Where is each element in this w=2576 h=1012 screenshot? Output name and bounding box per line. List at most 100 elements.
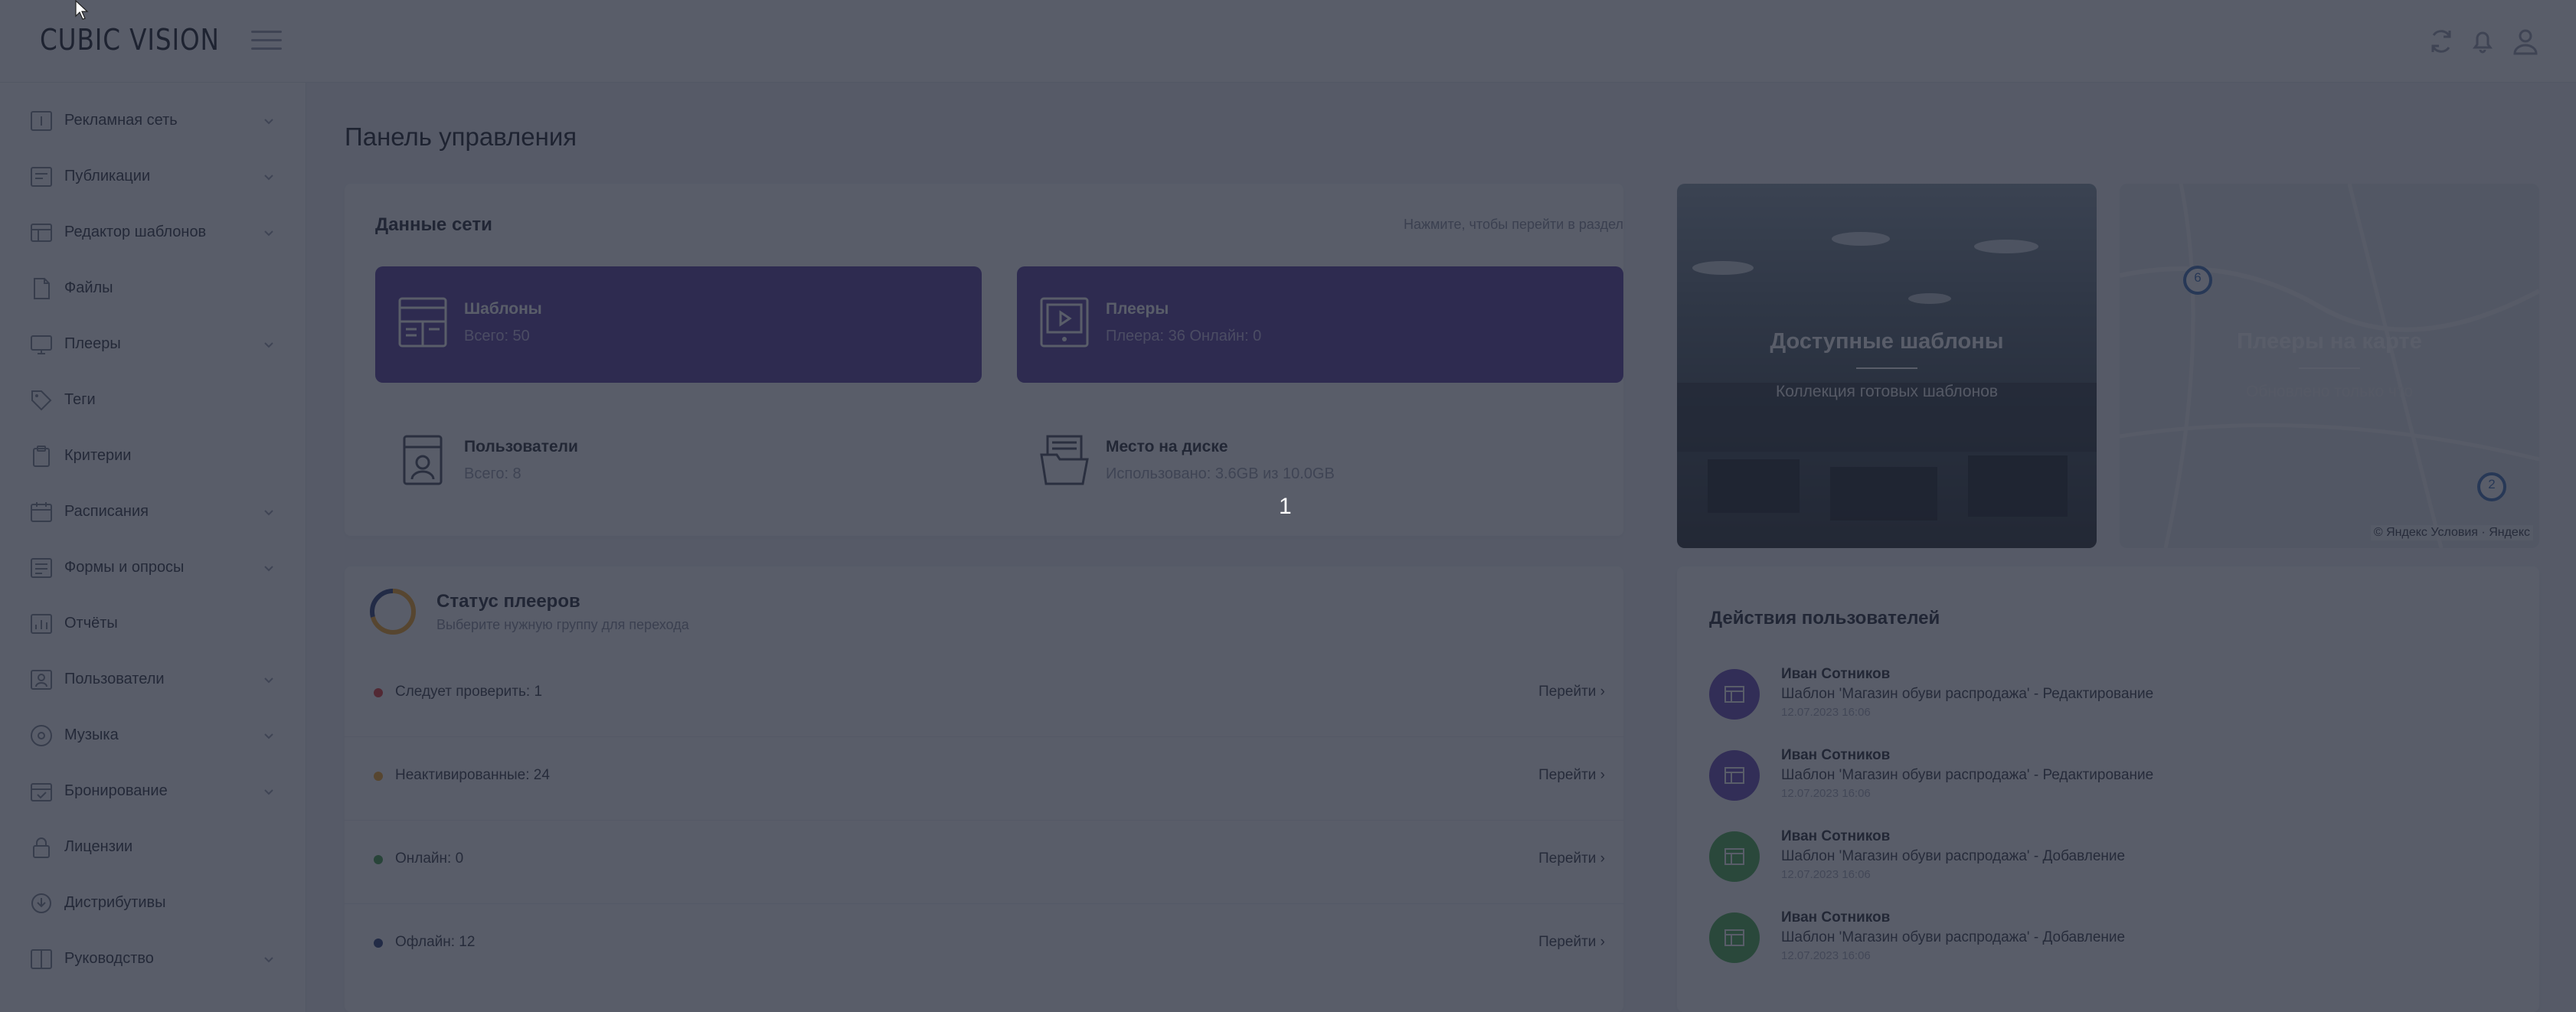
sidebar-item-distributions[interactable]: Дистрибутивы [0,875,306,931]
promo-subtitle: Коллекция готовых шаблонов [1775,383,1999,400]
sidebar-item-forms[interactable]: Формы и опросы [0,540,306,596]
tile-subtitle: Плеера: 36 Онлайн: 0 [1106,328,1262,344]
sidebar-item-label: Публикации [64,168,151,184]
sidebar-item-booking[interactable]: Бронирование [0,763,306,819]
menu-toggle-button[interactable] [251,29,282,52]
avatar [1709,831,1760,882]
status-row-inactive[interactable]: Неактивированные: 24 Перейти › [345,736,1623,820]
templates-promo-card[interactable]: Доступные шаблоны Коллекция готовых шабл… [1677,184,2097,548]
sidebar-item-ad-network[interactable]: Рекламная сеть [0,93,306,149]
player-screen-icon [1040,295,1089,349]
sidebar-item-players[interactable]: Плееры [0,316,306,372]
players-map-card[interactable]: 6 2 Плееры на карте Обновлено только что… [2120,184,2539,548]
logo[interactable]: CUBIC VISION [40,23,220,57]
tags-icon [29,388,54,413]
go-link[interactable]: Перейти › [1538,934,1605,951]
activity-time: 12.07.2023 16:06 [1781,868,1871,881]
status-label: Следует проверить: 1 [395,684,543,700]
chevron-down-icon [263,785,275,798]
sidebar-item-label: Бронирование [64,782,168,799]
tile-title: Шаблоны [464,300,542,318]
sidebar-item-reports[interactable]: Отчёты [0,596,306,651]
music-icon [29,723,54,748]
go-link[interactable]: Перейти › [1538,767,1605,784]
chevron-down-icon [263,506,275,518]
network-data-title: Данные сети [375,214,492,235]
tile-subtitle: Всего: 50 [464,328,530,344]
status-ring-icon [370,589,416,635]
sidebar-item-files[interactable]: Файлы [0,260,306,316]
files-icon [29,276,54,301]
sidebar-item-schedules[interactable]: Расписания [0,484,306,540]
chevron-down-icon [263,674,275,686]
activity-user: Иван Сотников [1781,828,1891,844]
go-link[interactable]: Перейти › [1538,684,1605,700]
promo-subtitle: Обновлено только что [2245,383,2414,400]
bell-icon[interactable] [2467,26,2498,57]
chevron-down-icon [263,562,275,574]
map-attribution[interactable]: © Яндекс Условия · Яндекс [2370,525,2533,540]
publications-icon [29,165,54,189]
user-icon[interactable] [2510,26,2541,57]
booking-icon [29,779,54,804]
activity-item[interactable]: Иван Сотников Шаблон 'Магазин обуви расп… [1706,655,2518,729]
network-icon [29,109,54,133]
sidebar-item-music[interactable]: Музыка [0,707,306,763]
avatar [1709,669,1760,720]
status-dot [374,939,383,948]
sidebar-item-label: Плееры [64,335,121,352]
sidebar-item-label: Редактор шаблонов [64,224,207,240]
mouse-cursor-icon [75,0,89,20]
activity-item[interactable]: Иван Сотников Шаблон 'Магазин обуви расп… [1706,818,2518,891]
activity-user: Иван Сотников [1781,666,1891,682]
templates-icon [398,295,447,349]
tile-title: Плееры [1106,300,1169,318]
sidebar-item-label: Критерии [64,447,132,464]
sidebar: Рекламная сеть Публикации Редактор шабло… [0,83,306,1012]
status-dot [374,772,383,781]
refresh-icon[interactable] [2426,26,2457,57]
player-status-title: Статус плееров [436,591,580,612]
sidebar-item-users[interactable]: Пользователи [0,651,306,707]
go-link[interactable]: Перейти › [1538,850,1605,867]
users-tile[interactable]: Пользователи Всего: 8 [375,404,982,521]
activity-item[interactable]: Иван Сотников Шаблон 'Магазин обуви расп… [1706,736,2518,810]
status-row-offline[interactable]: Офлайн: 12 Перейти › [345,903,1623,987]
sidebar-item-guide[interactable]: Руководство [0,931,306,987]
disk-space-tile[interactable]: Место на диске Использовано: 3.6GB из 10… [1017,404,1623,521]
chevron-down-icon [263,171,275,183]
tour-step-number: 1 [1279,494,1292,519]
status-row-online[interactable]: Онлайн: 0 Перейти › [345,820,1623,903]
template-editor-icon [29,220,54,245]
distributions-icon [29,891,54,916]
sidebar-item-publications[interactable]: Публикации [0,149,306,204]
user-actions-title: Действия пользователей [1709,608,1940,628]
chevron-down-icon [263,730,275,742]
criteria-icon [29,444,54,468]
map-marker-label[interactable]: 2 [2484,477,2499,492]
chevron-down-icon [263,338,275,351]
activity-time: 12.07.2023 16:06 [1781,787,1871,800]
sidebar-item-tags[interactable]: Теги [0,372,306,428]
sidebar-item-label: Отчёты [64,615,118,632]
activity-item[interactable]: Иван Сотников Шаблон 'Магазин обуви расп… [1706,899,2518,972]
promo-title: Плееры на карте [2237,329,2422,354]
sidebar-item-label: Лицензии [64,838,133,855]
users-icon [29,668,54,692]
map-marker-label[interactable]: 6 [2190,270,2205,286]
activity-description: Шаблон 'Магазин обуви распродажа' - Реда… [1781,686,2154,702]
templates-tile[interactable]: Шаблоны Всего: 50 [375,266,982,383]
players-tile[interactable]: Плееры Плеера: 36 Онлайн: 0 [1017,266,1623,383]
status-dot [374,855,383,864]
sidebar-item-label: Рекламная сеть [64,112,178,129]
sidebar-item-label: Файлы [64,279,113,296]
status-label: Онлайн: 0 [395,850,464,867]
avatar [1709,750,1760,801]
status-row-check[interactable]: Следует проверить: 1 Перейти › [345,653,1623,736]
activity-time: 12.07.2023 16:06 [1781,706,1871,719]
player-status-subtitle: Выберите нужную группу для перехода [436,617,689,632]
sidebar-item-licenses[interactable]: Лицензии [0,819,306,875]
sidebar-item-template-editor[interactable]: Редактор шаблонов [0,204,306,260]
sidebar-item-criteria[interactable]: Критерии [0,428,306,484]
tile-subtitle: Использовано: 3.6GB из 10.0GB [1106,465,1335,482]
